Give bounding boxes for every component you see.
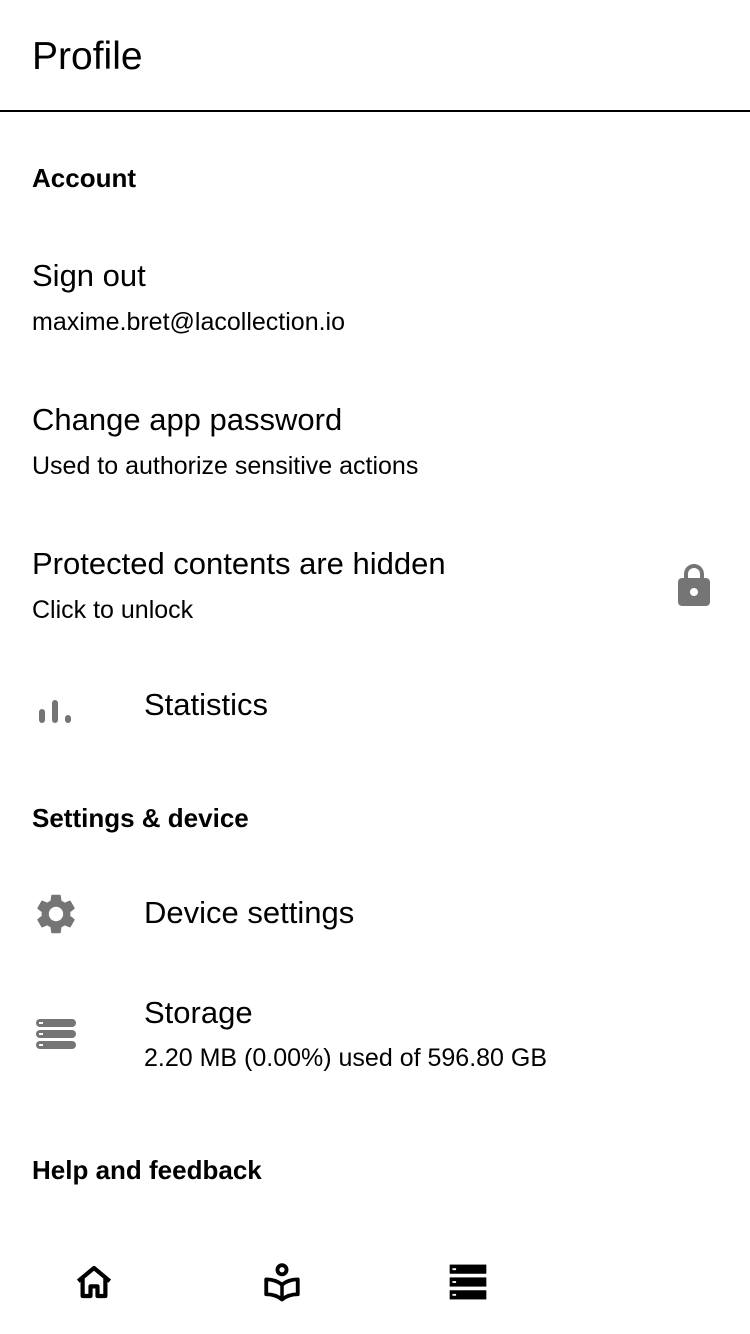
nav-reader-button[interactable]: [254, 1256, 310, 1312]
lock-icon: [670, 562, 718, 610]
list-icon: [446, 1260, 490, 1309]
account-email: maxime.bret@lacollection.io: [32, 308, 346, 336]
device-settings-item[interactable]: Device settings: [0, 878, 750, 950]
reader-icon: [261, 1261, 303, 1308]
protected-contents-subtitle: Click to unlock: [32, 596, 194, 624]
storage-item[interactable]: Storage 2.20 MB (0.00%) used of 596.80 G…: [0, 984, 750, 1094]
section-header-settings-device: Settings & device: [32, 803, 249, 833]
change-password-title: Change app password: [32, 402, 343, 437]
change-password-subtitle: Used to authorize sensitive actions: [32, 452, 419, 480]
sign-out-item[interactable]: Sign out maxime.bret@lacollection.io: [0, 248, 750, 358]
bar-chart-icon: [32, 683, 80, 731]
section-header-help-feedback: Help and feedback: [32, 1155, 262, 1185]
protected-contents-item[interactable]: Protected contents are hidden Click to u…: [0, 536, 750, 646]
storage-title: Storage: [144, 995, 253, 1030]
nav-list-button[interactable]: [440, 1256, 496, 1312]
gear-icon: [32, 890, 80, 938]
storage-usage: 2.20 MB (0.00%) used of 596.80 GB: [144, 1044, 548, 1072]
app-bar: Profile: [0, 0, 750, 112]
device-settings-title: Device settings: [144, 895, 355, 930]
nav-home-button[interactable]: [66, 1256, 122, 1312]
bottom-navigation: [0, 1234, 750, 1334]
statistics-item[interactable]: Statistics: [0, 672, 750, 742]
home-icon: [73, 1261, 115, 1308]
section-header-account: Account: [32, 163, 136, 193]
page-title: Profile: [32, 35, 143, 78]
sign-out-title: Sign out: [32, 258, 146, 293]
change-password-item[interactable]: Change app password Used to authorize se…: [0, 392, 750, 502]
statistics-title: Statistics: [144, 687, 269, 722]
storage-icon: [32, 1010, 80, 1058]
protected-contents-title: Protected contents are hidden: [32, 546, 446, 581]
